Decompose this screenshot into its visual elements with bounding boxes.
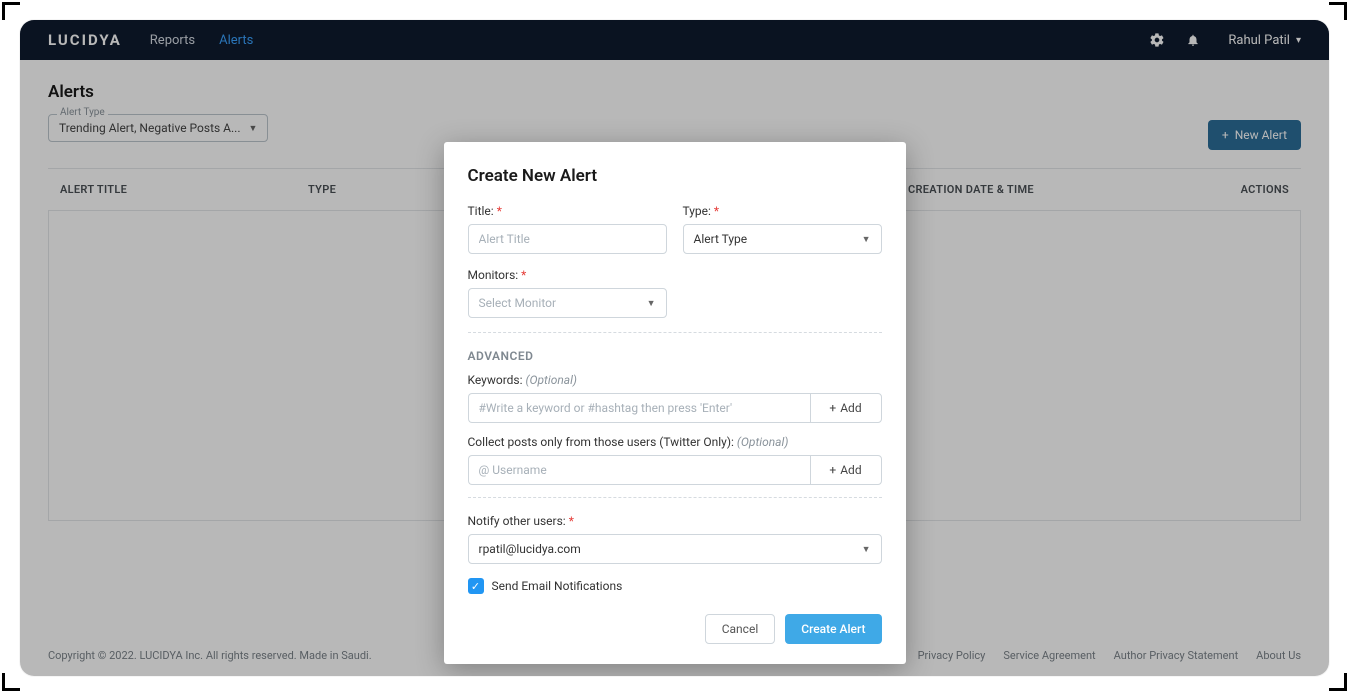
plus-icon: +: [829, 401, 836, 415]
label-collect: Collect posts only from those users (Twi…: [468, 435, 734, 449]
divider: [468, 332, 882, 333]
create-alert-modal: Create New Alert Title: * Type: * Alert …: [444, 142, 906, 664]
required-marker: *: [521, 268, 526, 282]
optional-marker: (Optional): [737, 435, 788, 449]
plus-icon: +: [829, 463, 836, 477]
notify-value: rpatil@lucidya.com: [479, 542, 581, 556]
label-notify: Notify other users:: [468, 514, 566, 528]
type-select-value: Alert Type: [694, 232, 748, 246]
optional-marker: (Optional): [526, 373, 577, 387]
label-type: Type:: [683, 204, 711, 218]
label-monitors: Monitors:: [468, 268, 519, 282]
add-keyword-button[interactable]: +Add: [810, 393, 882, 423]
label-keywords: Keywords:: [468, 373, 523, 387]
create-alert-button[interactable]: Create Alert: [785, 614, 881, 644]
title-input[interactable]: [468, 224, 667, 254]
required-marker: *: [497, 204, 502, 218]
type-select[interactable]: Alert Type ▼: [683, 224, 882, 254]
keywords-input[interactable]: [468, 393, 810, 423]
modal-title: Create New Alert: [468, 166, 882, 186]
chevron-down-icon: ▼: [647, 298, 656, 309]
send-email-checkbox[interactable]: ✓: [468, 578, 484, 594]
divider: [468, 497, 882, 498]
label-title: Title:: [468, 204, 494, 218]
chevron-down-icon: ▼: [862, 544, 871, 555]
chevron-down-icon: ▼: [862, 234, 871, 245]
advanced-label: ADVANCED: [468, 349, 882, 363]
monitors-select[interactable]: Select Monitor ▼: [468, 288, 667, 318]
username-input[interactable]: [468, 455, 810, 485]
notify-select[interactable]: rpatil@lucidya.com ▼: [468, 534, 882, 564]
add-user-button[interactable]: +Add: [810, 455, 882, 485]
send-email-label: Send Email Notifications: [492, 579, 623, 593]
monitors-placeholder: Select Monitor: [479, 296, 557, 310]
required-marker: *: [569, 514, 574, 528]
cancel-button[interactable]: Cancel: [705, 614, 776, 644]
required-marker: *: [714, 204, 719, 218]
